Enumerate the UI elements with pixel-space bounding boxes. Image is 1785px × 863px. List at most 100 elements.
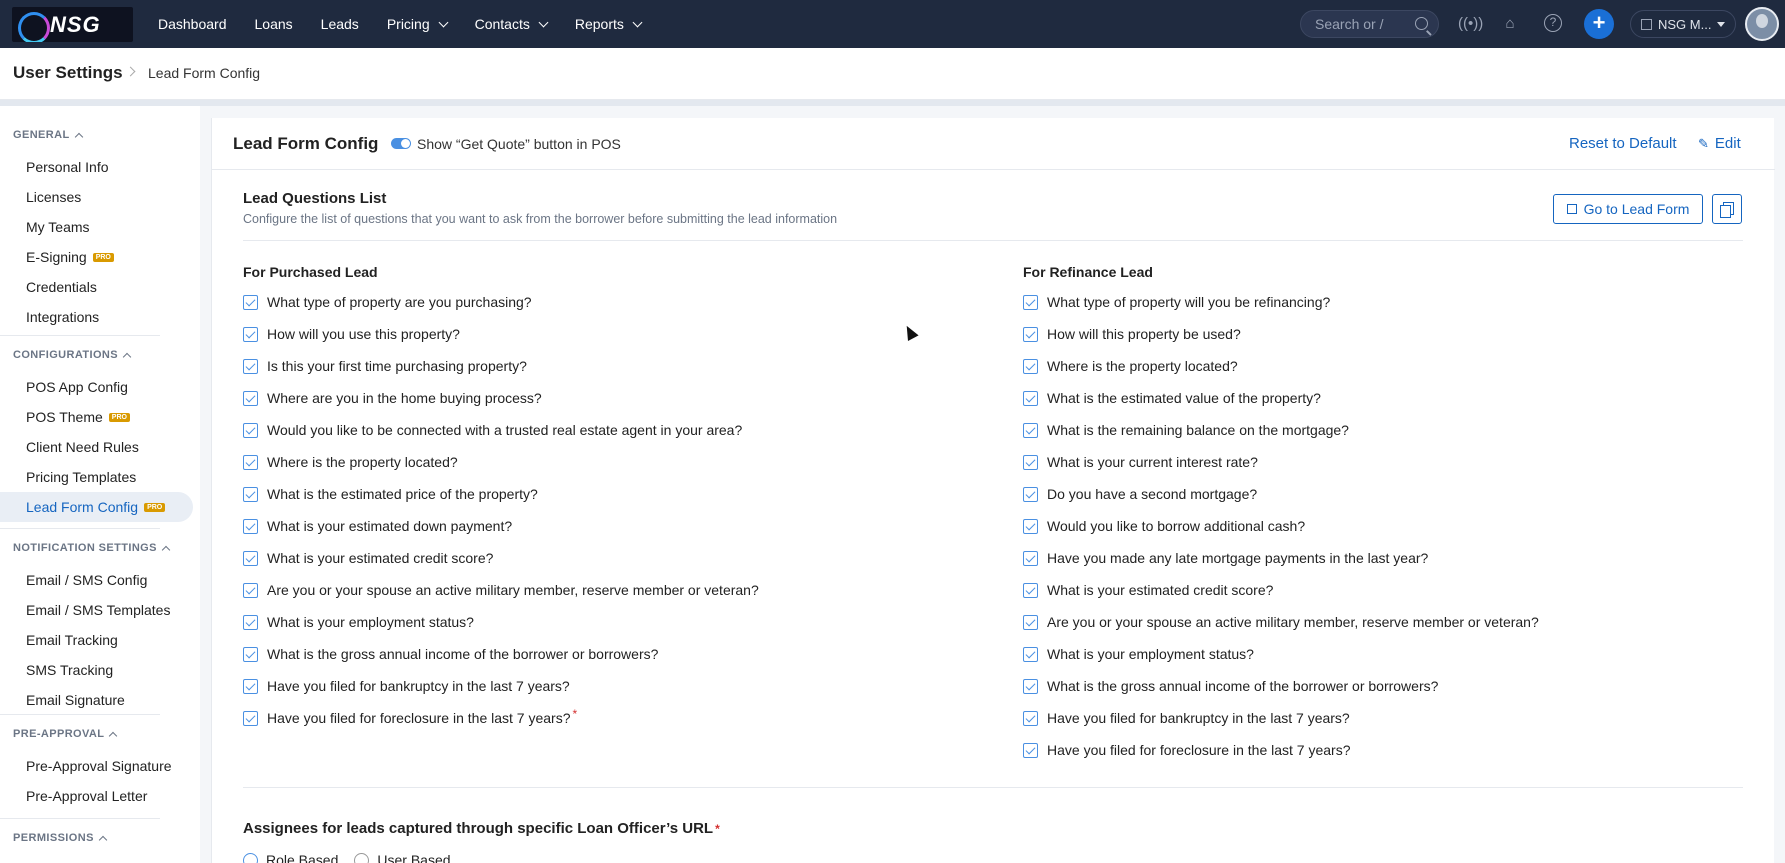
question-checkbox[interactable] <box>1023 294 1038 310</box>
question-text: What is the remaining balance on the mor… <box>1047 422 1349 438</box>
sidebar-item-label: Lead Form Config <box>26 499 139 515</box>
org-selector[interactable]: NSG M... <box>1630 10 1736 38</box>
sidebar-item-pos-app-config[interactable]: POS App Config <box>26 379 128 395</box>
user-based-radio[interactable]: User Based <box>354 852 451 863</box>
question-checkbox[interactable] <box>1023 678 1038 694</box>
sidebar-item-email-sms-templates[interactable]: Email / SMS Templates <box>26 602 170 618</box>
sidebar-item-label: Integrations <box>26 309 100 325</box>
nav-item-label: Contacts <box>474 16 530 32</box>
sidebar-item-label: Personal Info <box>26 159 109 175</box>
help-icon[interactable]: ? <box>1544 14 1562 32</box>
pro-badge: PRO <box>92 252 114 262</box>
question-checkbox[interactable] <box>243 358 258 374</box>
sidebar-item-email-tracking[interactable]: Email Tracking <box>26 632 118 648</box>
reset-to-default-button[interactable]: Reset to Default <box>1569 135 1677 152</box>
sidebar-section-pre-approval[interactable]: PRE-APPROVAL <box>13 728 118 740</box>
bank-icon[interactable]: ⌂ <box>1500 14 1520 34</box>
sidebar-item-credentials[interactable]: Credentials <box>26 279 97 295</box>
sidebar-item-pre-approval-signature[interactable]: Pre-Approval Signature <box>26 758 172 774</box>
question-checkbox[interactable] <box>1023 326 1038 342</box>
sidebar-item-label: Email Signature <box>26 692 125 708</box>
copy-button[interactable] <box>1712 194 1742 224</box>
refinance-question-item: Would you like to borrow additional cash… <box>1023 518 1305 534</box>
question-checkbox[interactable] <box>1023 454 1038 470</box>
sidebar-item-email-sms-config[interactable]: Email / SMS Config <box>26 572 147 588</box>
sidebar-item-label: Credentials <box>26 279 97 295</box>
question-checkbox[interactable] <box>1023 742 1038 758</box>
sidebar-item-lead-form-config[interactable]: Lead Form Config PRO <box>0 492 193 522</box>
sidebar-item-client-need-rules[interactable]: Client Need Rules <box>26 439 139 455</box>
question-text: What is the estimated value of the prope… <box>1047 390 1321 406</box>
question-checkbox[interactable] <box>1023 582 1038 598</box>
pencil-icon: ✎ <box>1698 135 1709 151</box>
sidebar-section-permissions[interactable]: PERMISSIONS <box>13 832 108 844</box>
question-checkbox[interactable] <box>243 710 258 726</box>
question-checkbox[interactable] <box>1023 358 1038 374</box>
get-quote-toggle[interactable] <box>391 138 411 149</box>
question-checkbox[interactable] <box>243 678 258 694</box>
nav-item-leads[interactable]: Leads <box>321 16 359 32</box>
sidebar-section-configurations[interactable]: CONFIGURATIONS <box>13 349 132 361</box>
sidebar-item-pos-theme[interactable]: POS Theme PRO <box>26 409 130 425</box>
sidebar-item-label: Client Need Rules <box>26 439 139 455</box>
refinance-question-item: Where is the property located? <box>1023 358 1238 374</box>
question-checkbox[interactable] <box>243 582 258 598</box>
question-checkbox[interactable] <box>1023 422 1038 438</box>
nav-item-loans[interactable]: Loans <box>255 16 293 32</box>
card-header: Lead Form Config Show “Get Quote” button… <box>212 118 1775 170</box>
refinance-question-item: Do you have a second mortgage? <box>1023 486 1257 502</box>
sidebar-item-licenses[interactable]: Licenses <box>26 189 81 205</box>
sidebar-section-general[interactable]: GENERAL <box>13 129 83 141</box>
sidebar-item-personal-info[interactable]: Personal Info <box>26 159 109 175</box>
search-icon[interactable] <box>1415 17 1428 30</box>
question-checkbox[interactable] <box>243 518 258 534</box>
question-checkbox[interactable] <box>1023 710 1038 726</box>
sidebar-item-sms-tracking[interactable]: SMS Tracking <box>26 662 113 678</box>
question-checkbox[interactable] <box>243 390 258 406</box>
sidebar-item-my-teams[interactable]: My Teams <box>26 219 90 235</box>
sidebar-item-email-signature[interactable]: Email Signature <box>26 692 125 708</box>
sidebar-item-e-signing[interactable]: E-Signing PRO <box>26 249 114 265</box>
edit-button[interactable]: ✎ Edit <box>1698 135 1741 152</box>
radio-circle <box>354 852 370 863</box>
question-checkbox[interactable] <box>1023 646 1038 662</box>
question-checkbox[interactable] <box>243 422 258 438</box>
nav-item-dashboard[interactable]: Dashboard <box>158 16 227 32</box>
breadcrumb-root[interactable]: User Settings <box>13 63 123 83</box>
question-checkbox[interactable] <box>243 646 258 662</box>
question-checkbox[interactable] <box>1023 550 1038 566</box>
nav-item-reports[interactable]: Reports <box>575 16 643 32</box>
divider <box>243 240 1743 241</box>
nav-item-label: Pricing <box>386 16 430 32</box>
broadcast-icon[interactable]: ((•)) <box>1458 14 1483 34</box>
question-checkbox[interactable] <box>1023 614 1038 630</box>
refinance-question-item: How will this property be used? <box>1023 326 1241 342</box>
question-text: Have you made any late mortgage payments… <box>1047 550 1429 566</box>
sidebar-divider <box>0 714 160 715</box>
role-based-radio[interactable]: Role Based <box>243 852 338 863</box>
sidebar-item-pre-approval-letter[interactable]: Pre-Approval Letter <box>26 788 147 804</box>
go-to-lead-form-button[interactable]: Go to Lead Form <box>1553 194 1703 224</box>
search-input[interactable]: Search or / <box>1300 10 1439 38</box>
sidebar-section-notification-settings[interactable]: NOTIFICATION SETTINGS <box>13 542 171 554</box>
question-checkbox[interactable] <box>243 326 258 342</box>
add-button[interactable]: + <box>1584 9 1614 39</box>
sidebar-item-integrations[interactable]: Integrations <box>26 309 99 325</box>
nav-item-contacts[interactable]: Contacts <box>474 16 549 32</box>
refinance-question-item: What is your current interest rate? <box>1023 454 1258 470</box>
question-checkbox[interactable] <box>1023 518 1038 534</box>
question-checkbox[interactable] <box>243 454 258 470</box>
question-checkbox[interactable] <box>243 614 258 630</box>
refinance-question-item: What is the gross annual income of the b… <box>1023 678 1438 694</box>
nsg-logo[interactable]: NSG <box>12 7 133 42</box>
question-checkbox[interactable] <box>1023 390 1038 406</box>
question-checkbox[interactable] <box>243 550 258 566</box>
nav-item-pricing[interactable]: Pricing <box>386 16 449 32</box>
avatar[interactable] <box>1745 7 1779 41</box>
sidebar-divider <box>0 818 160 819</box>
question-checkbox[interactable] <box>1023 486 1038 502</box>
question-text: How will you use this property? <box>267 326 460 342</box>
sidebar-item-pricing-templates[interactable]: Pricing Templates <box>26 469 136 485</box>
question-checkbox[interactable] <box>243 486 258 502</box>
question-checkbox[interactable] <box>243 294 258 310</box>
